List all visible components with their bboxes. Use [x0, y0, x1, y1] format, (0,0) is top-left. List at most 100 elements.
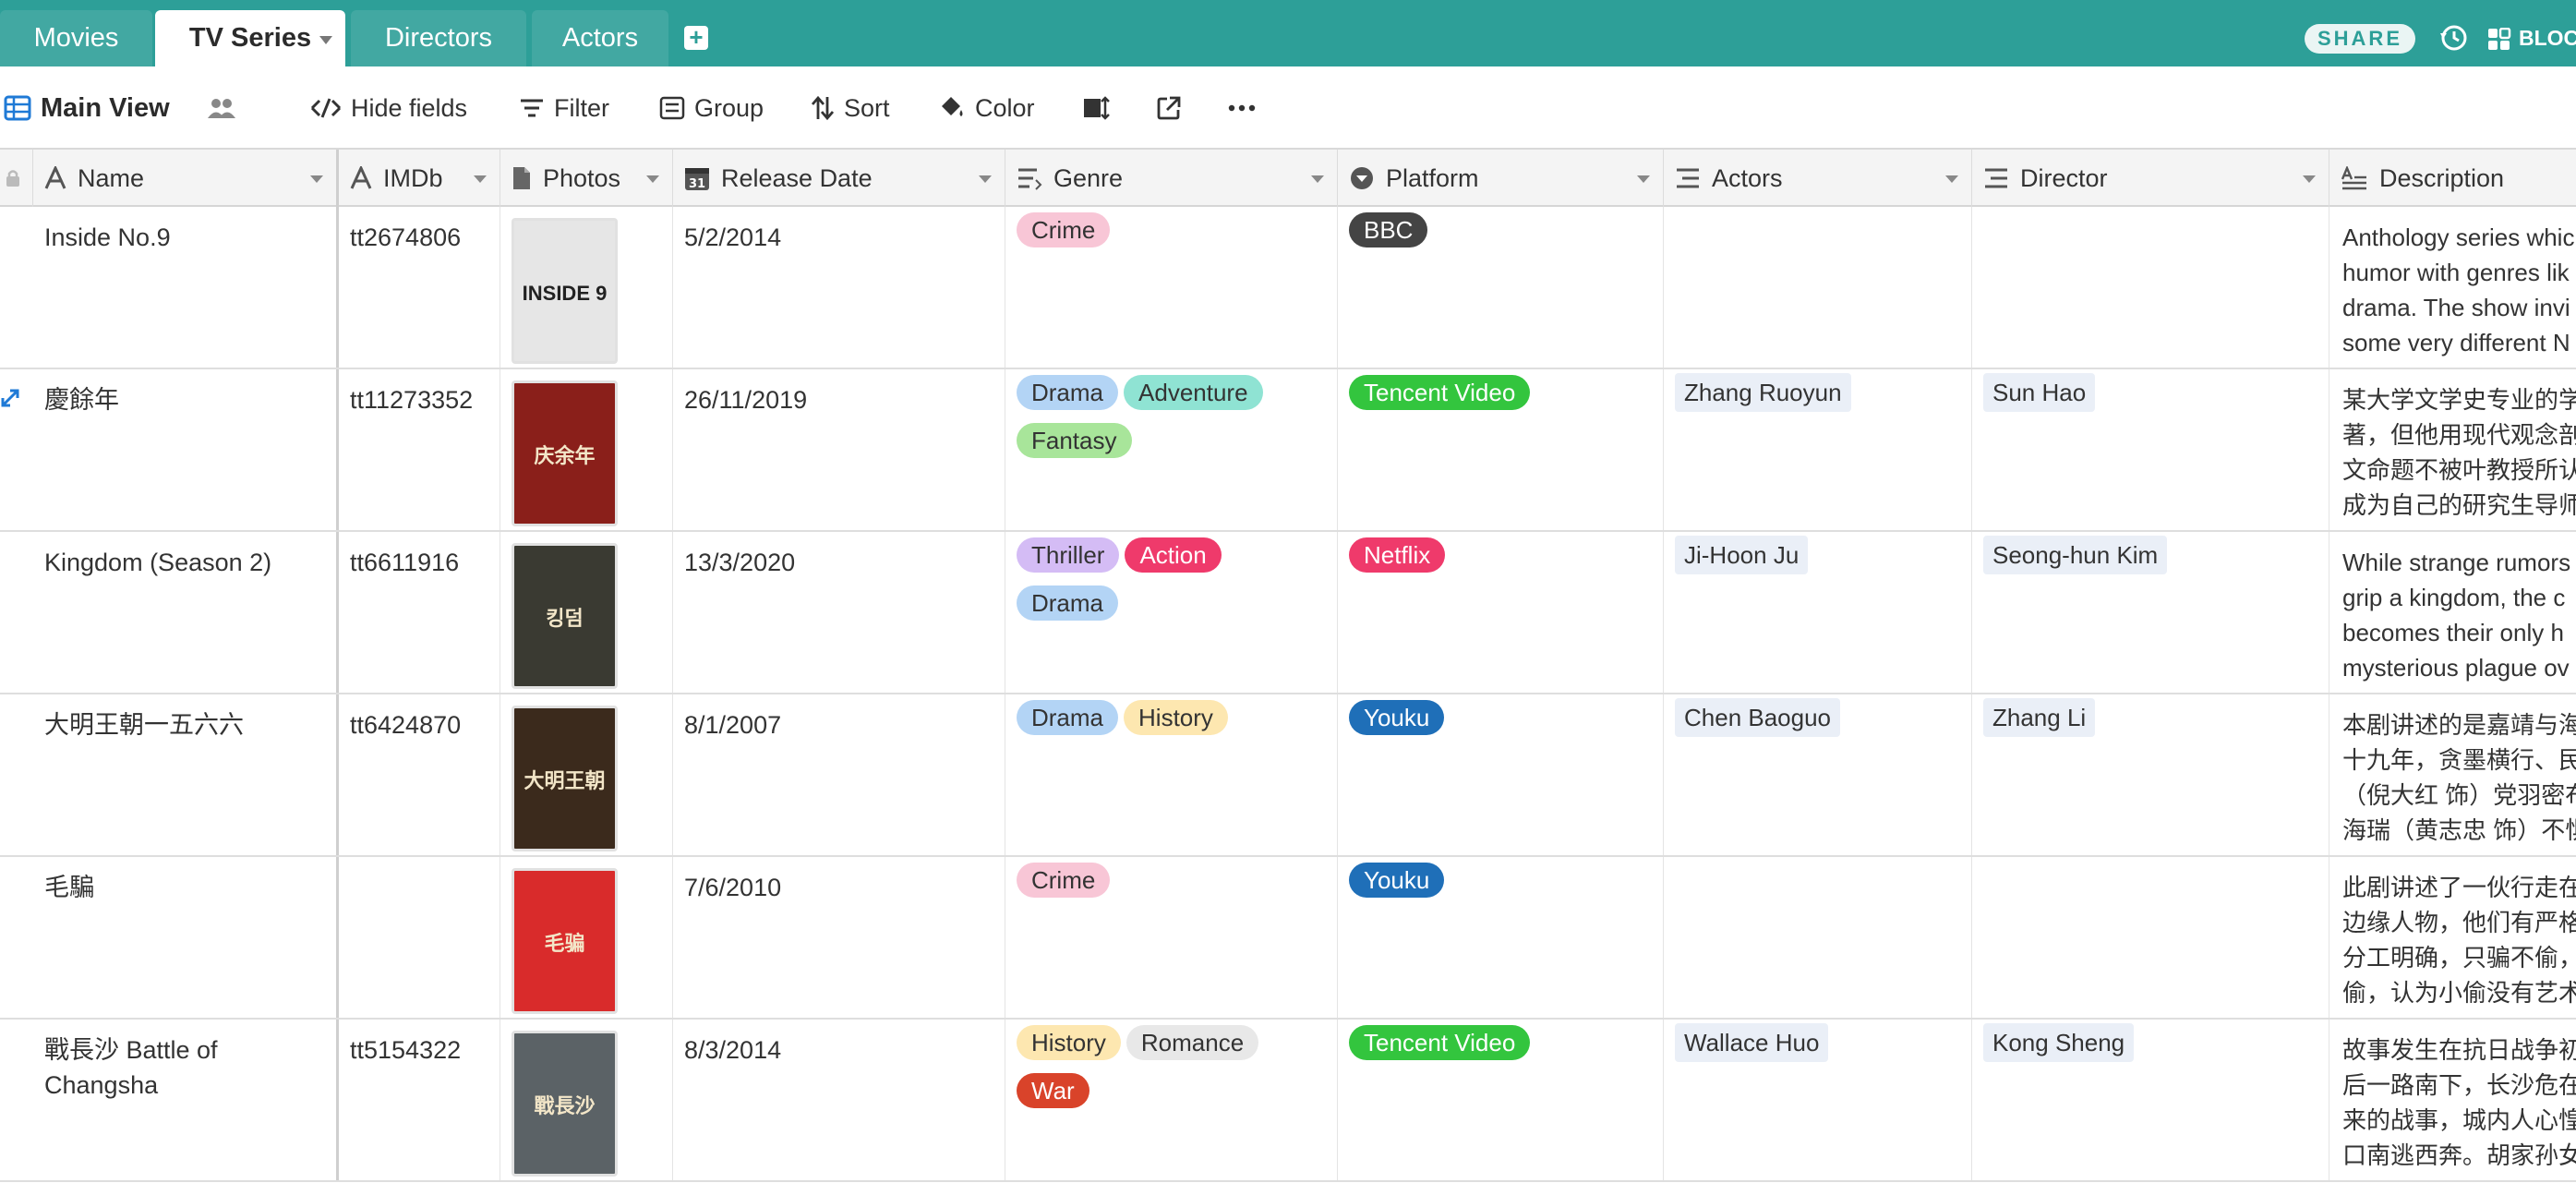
column-header-photos[interactable]: Photos [500, 150, 673, 207]
filter-button[interactable]: Filter [519, 66, 609, 150]
genre-cell[interactable]: Thriller ActionDrama [1005, 532, 1338, 693]
blocks-button[interactable]: BLOC [2487, 22, 2576, 54]
tab-actors[interactable]: Actors [532, 10, 668, 66]
more-options-button[interactable] [1228, 66, 1265, 150]
description-cell[interactable]: 某大学文学史专业的学 著，但他用现代观念剖 文命题不被叶教授所认 成为自己的研究生导师 [2329, 369, 2576, 530]
director-cell[interactable] [1972, 857, 2329, 1018]
chevron-down-icon[interactable] [319, 36, 332, 44]
genre-cell[interactable]: History Romance War [1005, 1020, 1338, 1180]
release-date-cell[interactable]: 8/1/2007 [673, 694, 1005, 855]
column-header-genre[interactable]: Genre [1005, 150, 1338, 207]
release-date-cell[interactable]: 7/6/2010 [673, 857, 1005, 1018]
description-cell[interactable]: 本剧讲述的是嘉靖与海 十九年，贪墨横行、民 （倪大红 饰）党羽密布 海瑞（黄志忠 饰）… [2329, 694, 2576, 855]
poster-thumbnail[interactable]: 毛骗 [512, 868, 618, 1014]
table-row[interactable]: 戰長沙 Battle of Changsha tt5154322 戰長沙 8/3/201… [0, 1020, 2576, 1182]
release-date-cell[interactable]: 26/11/2019 [673, 369, 1005, 530]
actors-cell[interactable]: Wallace Huo [1664, 1020, 1972, 1180]
photos-cell[interactable]: 戰長沙 [500, 1020, 673, 1180]
tab-tv-series[interactable]: TV Series [155, 10, 345, 66]
platform-cell[interactable]: Tencent Video [1338, 1020, 1664, 1180]
poster-thumbnail[interactable]: 大明王朝 [512, 706, 618, 851]
platform-cell[interactable]: Youku [1338, 694, 1664, 855]
actors-cell[interactable]: Zhang Ruoyun [1664, 369, 1972, 530]
photos-cell[interactable]: INSIDE 9 [500, 207, 673, 368]
photos-cell[interactable]: 庆余年 [500, 369, 673, 530]
color-button[interactable]: Color [938, 66, 1035, 150]
photos-cell[interactable]: 킹덤 [500, 532, 673, 693]
collaborative-view-icon[interactable] [205, 66, 247, 150]
release-date-cell[interactable]: 5/2/2014 [673, 207, 1005, 368]
actors-cell[interactable] [1664, 207, 1972, 368]
linked-record-chip[interactable]: Chen Baoguo [1675, 698, 1841, 737]
director-cell[interactable]: Seong-hun Kim [1972, 532, 2329, 693]
director-cell[interactable]: Kong Sheng [1972, 1020, 2329, 1180]
actors-cell[interactable] [1664, 857, 1972, 1018]
add-table-icon[interactable]: + [684, 25, 708, 50]
expand-record-icon[interactable] [0, 388, 20, 408]
description-cell[interactable]: While strange rumors grip a kingdom, the … [2329, 532, 2576, 693]
table-row[interactable]: 毛騙 毛骗 7/6/2010 Crime Youku 此剧讲述了一伙行走在 边缘人物，他们有… [0, 857, 2576, 1020]
description-cell[interactable]: 故事发生在抗日战争初 后一路南下，长沙危在 来的战事，城内人心惶 口南逃西奔。胡家孙女 [2329, 1020, 2576, 1180]
column-header-description[interactable]: Description [2329, 150, 2576, 207]
tab-directors[interactable]: Directors [351, 10, 526, 66]
hide-fields-button[interactable]: Hide fields [310, 66, 467, 150]
chevron-down-icon[interactable] [646, 175, 659, 183]
genre-cell[interactable]: Drama Adventure Fantasy [1005, 369, 1338, 530]
column-header-name[interactable]: Name [33, 150, 339, 207]
chevron-down-icon[interactable] [474, 175, 487, 183]
name-cell[interactable]: 毛騙 [33, 857, 339, 1018]
poster-thumbnail[interactable]: INSIDE 9 [512, 218, 618, 364]
poster-thumbnail[interactable]: 庆余年 [512, 380, 618, 526]
column-header-release-date[interactable]: 31 Release Date [673, 150, 1005, 207]
imdb-cell[interactable]: tt5154322 [339, 1020, 500, 1180]
column-header-director[interactable]: Director [1972, 150, 2329, 207]
imdb-cell[interactable]: tt11273352 [339, 369, 500, 530]
linked-record-chip[interactable]: Ji-Hoon Ju [1675, 536, 1809, 574]
tab-movies[interactable]: Movies [0, 10, 152, 66]
chevron-down-icon[interactable] [1945, 175, 1958, 183]
name-cell[interactable]: 戰長沙 Battle of Changsha [33, 1020, 339, 1180]
platform-cell[interactable]: Tencent Video [1338, 369, 1664, 530]
column-header-platform[interactable]: Platform [1338, 150, 1664, 207]
share-button[interactable]: SHARE [2305, 24, 2415, 54]
genre-cell[interactable]: Crime [1005, 207, 1338, 368]
director-cell[interactable] [1972, 207, 2329, 368]
platform-cell[interactable]: Netflix [1338, 532, 1664, 693]
imdb-cell[interactable]: tt6424870 [339, 694, 500, 855]
chevron-down-icon[interactable] [310, 175, 323, 183]
row-height-button[interactable] [1082, 66, 1119, 150]
name-cell[interactable]: 慶餘年 [33, 369, 339, 530]
table-row[interactable]: 大明王朝一五六六 tt6424870 大明王朝 8/1/2007 Drama Histor… [0, 694, 2576, 857]
history-icon[interactable] [2438, 22, 2469, 54]
director-cell[interactable]: Zhang Li [1972, 694, 2329, 855]
linked-record-chip[interactable]: Sun Hao [1983, 373, 2096, 412]
linked-record-chip[interactable]: Seong-hun Kim [1983, 536, 2168, 574]
imdb-cell[interactable]: tt2674806 [339, 207, 500, 368]
chevron-down-icon[interactable] [1637, 175, 1650, 183]
description-cell[interactable]: 此剧讲述了一伙行走在 边缘人物，他们有严格 分工明确，只骗不偷， 偷，认为小偷没有艺术 [2329, 857, 2576, 1018]
linked-record-chip[interactable]: Zhang Li [1983, 698, 2096, 737]
chevron-down-icon[interactable] [2303, 175, 2316, 183]
chevron-down-icon[interactable] [1311, 175, 1324, 183]
imdb-cell[interactable] [339, 857, 500, 1018]
name-cell[interactable]: 大明王朝一五六六 [33, 694, 339, 855]
table-row[interactable]: Kingdom (Season 2) tt6611916 킹덤 13/3/2020 Th… [0, 532, 2576, 694]
imdb-cell[interactable]: tt6611916 [339, 532, 500, 693]
photos-cell[interactable]: 大明王朝 [500, 694, 673, 855]
platform-cell[interactable]: Youku [1338, 857, 1664, 1018]
view-switcher[interactable]: Main View [4, 66, 170, 150]
actors-cell[interactable]: Chen Baoguo [1664, 694, 1972, 855]
linked-record-chip[interactable]: Wallace Huo [1675, 1023, 1829, 1062]
column-header-imdb[interactable]: IMDb [339, 150, 500, 207]
director-cell[interactable]: Sun Hao [1972, 369, 2329, 530]
table-row[interactable]: Inside No.9 tt2674806 INSIDE 9 5/2/2014 Crim… [0, 207, 2576, 369]
photos-cell[interactable]: 毛骗 [500, 857, 673, 1018]
sort-button[interactable]: Sort [811, 66, 890, 150]
poster-thumbnail[interactable]: 戰長沙 [512, 1031, 618, 1177]
column-header-actors[interactable]: Actors [1664, 150, 1972, 207]
group-button[interactable]: Group [659, 66, 764, 150]
actors-cell[interactable]: Ji-Hoon Ju [1664, 532, 1972, 693]
linked-record-chip[interactable]: Kong Sheng [1983, 1023, 2135, 1062]
genre-cell[interactable]: Crime [1005, 857, 1338, 1018]
name-cell[interactable]: Kingdom (Season 2) [33, 532, 339, 693]
